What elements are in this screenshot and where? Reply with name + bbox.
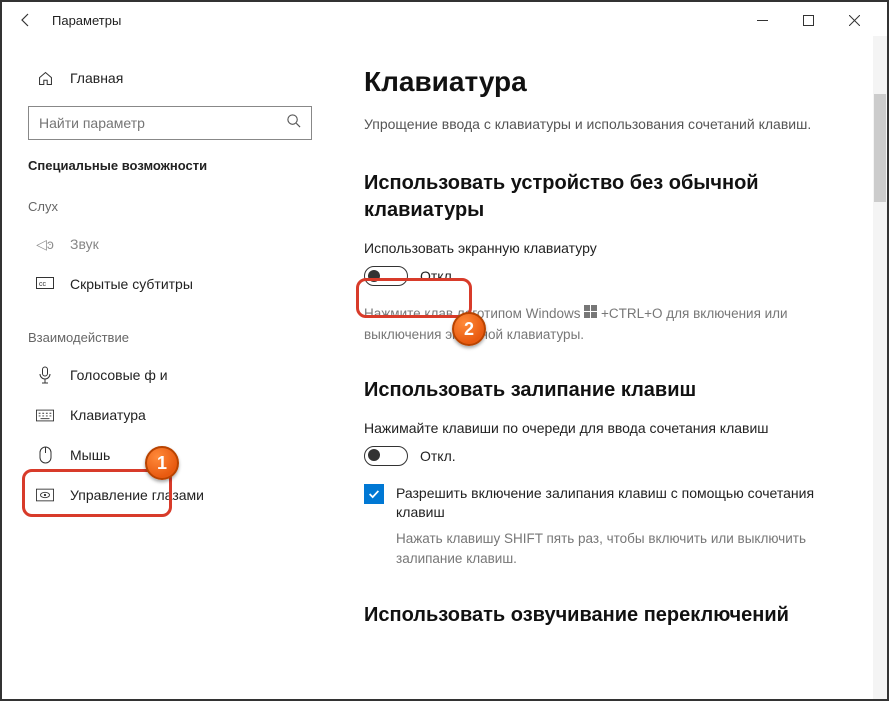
search-icon	[286, 113, 301, 133]
section-interaction: Взаимодействие	[28, 330, 322, 345]
nav-voice[interactable]: Голосовые ф и	[28, 355, 322, 395]
nav-zvuk-label: Звук	[70, 236, 99, 252]
microphone-icon	[36, 366, 54, 384]
sticky-checkbox-label: Разрешить включение залипания клавиш с п…	[396, 484, 816, 523]
windows-logo-icon	[584, 304, 597, 324]
titlebar: Параметры	[2, 2, 887, 38]
scrollbar[interactable]	[873, 36, 887, 699]
osk-hint: Нажмите клав логотипом Windows +CTRL+O д…	[364, 304, 804, 345]
annotation-badge-2: 2	[452, 312, 486, 346]
section3-title: Использовать озвучивание переключений	[364, 602, 857, 629]
eye-control-icon	[36, 488, 54, 502]
sticky-toggle-state: Откл.	[420, 448, 456, 464]
sidebar: Главная Специальные возможности Слух ◁ͽ …	[2, 38, 332, 699]
sticky-hint: Нажать клавишу SHIFT пять раз, чтобы вкл…	[396, 529, 836, 570]
maximize-button[interactable]	[785, 4, 831, 36]
section2-title: Использовать залипание клавиш	[364, 377, 857, 404]
mouse-icon	[36, 446, 54, 464]
osk-toggle-state: Откл.	[420, 268, 456, 284]
main-content: Клавиатура Упрощение ввода с клавиатуры …	[332, 38, 887, 699]
svg-text:cc: cc	[39, 281, 47, 288]
sound-icon: ◁ͽ	[36, 236, 54, 253]
page-title: Клавиатура	[364, 66, 857, 98]
page-subtitle: Упрощение ввода с клавиатуры и использов…	[364, 116, 857, 132]
nav-captions[interactable]: cc Скрытые субтитры	[28, 264, 322, 304]
nav-eye-label: Управление глазами	[70, 487, 204, 503]
close-button[interactable]	[831, 4, 877, 36]
search-box[interactable]	[28, 106, 312, 140]
nav-voice-label: Голосовые ф и	[70, 367, 168, 383]
nav-keyboard[interactable]: Клавиатура	[28, 395, 322, 435]
nav-eye[interactable]: Управление глазами	[28, 475, 322, 515]
nav-captions-label: Скрытые субтитры	[70, 276, 193, 292]
search-input[interactable]	[39, 115, 279, 131]
keyboard-icon	[36, 409, 54, 422]
sticky-toggle[interactable]	[364, 446, 408, 466]
window-title: Параметры	[52, 13, 739, 28]
home-icon	[36, 70, 54, 87]
settings-window: Параметры Главная Специальные возможност…	[0, 0, 889, 701]
back-button[interactable]	[12, 6, 40, 34]
sticky-shortcut-checkbox[interactable]	[364, 484, 384, 504]
sticky-toggle-row: Откл.	[364, 446, 857, 466]
sticky-label: Нажимайте клавиши по очереди для ввода с…	[364, 420, 857, 436]
osk-toggle[interactable]	[364, 266, 408, 286]
minimize-button[interactable]	[739, 4, 785, 36]
cc-icon: cc	[36, 277, 54, 291]
scrollbar-thumb[interactable]	[874, 94, 886, 202]
sidebar-group: Специальные возможности	[28, 158, 322, 173]
window-body: Главная Специальные возможности Слух ◁ͽ …	[2, 38, 887, 699]
osk-label: Использовать экранную клавиатуру	[364, 240, 857, 256]
section1-title: Использовать устройство без обычной клав…	[364, 170, 857, 224]
nav-home[interactable]: Главная	[28, 58, 322, 98]
osk-toggle-row: Откл.	[364, 266, 857, 286]
window-controls	[739, 4, 877, 36]
annotation-badge-1: 1	[145, 446, 179, 480]
sticky-checkbox-row: Разрешить включение залипания клавиш с п…	[364, 484, 857, 523]
nav-home-label: Главная	[70, 70, 123, 86]
nav-keyboard-label: Клавиатура	[70, 407, 146, 423]
nav-mouse-label: Мышь	[70, 447, 110, 463]
nav-zvuk[interactable]: ◁ͽ Звук	[28, 224, 322, 264]
section-hearing: Слух	[28, 199, 322, 214]
